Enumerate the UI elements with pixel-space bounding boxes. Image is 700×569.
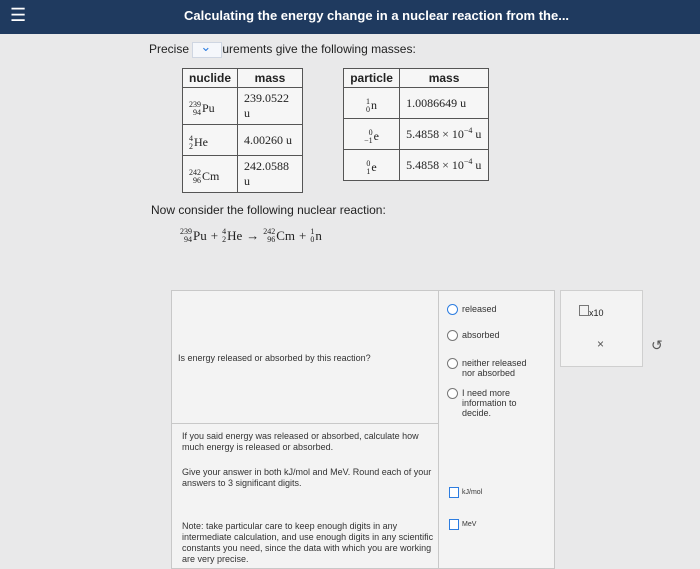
table-row: 10n 1.0086649 u	[342, 87, 489, 119]
question2-prompt: If you said energy was released or absor…	[182, 431, 419, 452]
table-row: 239 94 Pu 239.0522 u	[181, 87, 303, 125]
reaction-arrow: →	[246, 228, 260, 243]
mev-answer-input[interactable]: MeV	[449, 519, 476, 530]
question1-prompt: Is energy released or absorbed by this r…	[178, 353, 371, 363]
radio-absorbed[interactable]: absorbed	[447, 330, 500, 341]
clear-icon[interactable]: ×	[597, 337, 604, 351]
question2-note: Note: take particular care to keep enoug…	[182, 521, 434, 564]
math-tools-panel: x10 ×	[560, 290, 643, 367]
question-prompts: Is energy released or absorbed by this r…	[172, 291, 439, 568]
exponent-button[interactable]: x10	[579, 305, 604, 318]
intro-text: Precise ⌄ urements give the following mas…	[149, 39, 416, 58]
chevron-down-icon: ⌄	[200, 39, 212, 54]
particle-mass-table: particle mass 10n 1.0086649 u 0 −1 e 5.485…	[342, 68, 489, 181]
question-panel: Is energy released or absorbed by this r…	[171, 290, 555, 569]
table-row: 242 96 Cm 242.0588 u	[181, 155, 303, 193]
kjmol-answer-input[interactable]: kJ/mol	[449, 487, 482, 498]
radio-neither[interactable]: neither released nor absorbed	[447, 358, 537, 378]
nuclear-reaction-equation: 239 94 Pu + 4 2 He → 242 96 Cm + 10n	[180, 227, 322, 244]
page-title: Calculating the energy change in a nucle…	[184, 8, 570, 23]
question2-instructions: Give your answer in both kJ/mol and MeV.…	[182, 467, 432, 488]
table-row: 0 −1 e 5.4858 × 10−4 u	[342, 118, 489, 150]
radio-need-more-info[interactable]: I need more information to decide.	[447, 388, 537, 418]
reaction-intro: Now consider the following nuclear react…	[151, 203, 386, 217]
table-row: 4 2 He 4.00260 u	[181, 124, 303, 156]
header-bar: ☰ Calculating the energy change in a nuc…	[0, 0, 700, 34]
nuclide-mass-table: nuclide mass 239 94 Pu 239.0522 u 4 2 He 4.0…	[181, 68, 303, 193]
undo-icon[interactable]: ↺	[651, 337, 663, 354]
table-row: 01e 5.4858 × 10−4 u	[342, 149, 489, 181]
hamburger-icon[interactable]: ☰	[10, 6, 26, 24]
radio-released[interactable]: released	[447, 304, 497, 315]
collapse-toggle[interactable]: ⌄	[192, 39, 223, 58]
